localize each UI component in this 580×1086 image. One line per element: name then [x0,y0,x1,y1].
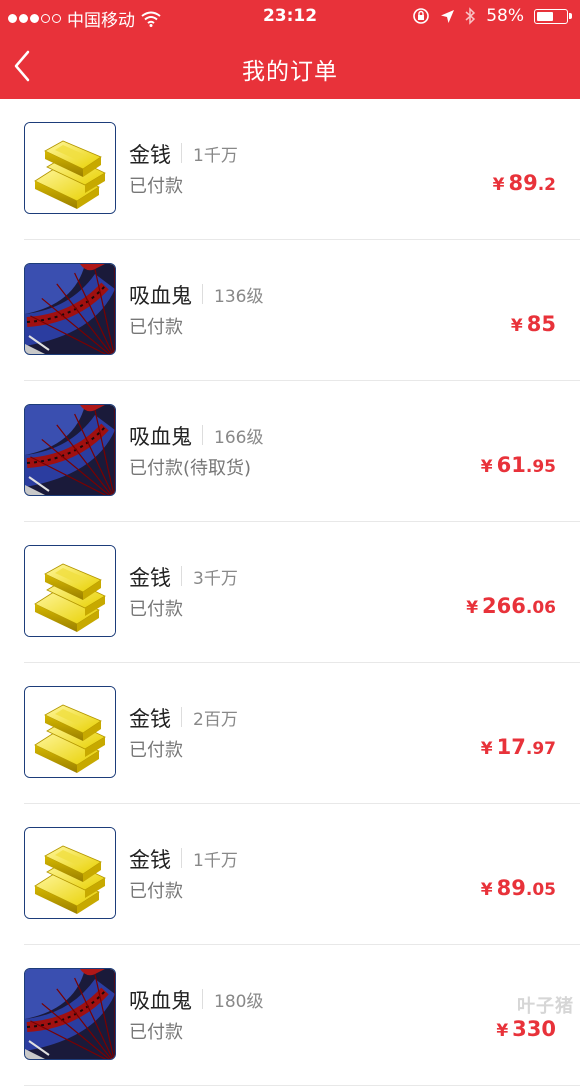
order-name: 吸血鬼 [129,989,192,1013]
price-integer: 266 [482,594,526,618]
order-price: ¥61.95 [481,453,556,477]
price-integer: 85 [526,312,556,336]
currency-symbol: ¥ [496,1021,509,1041]
price-decimal: .95 [525,457,556,477]
order-item[interactable]: 金钱 1千万 已付款 ¥89.2 [24,99,580,240]
divider [181,707,182,727]
currency-symbol: ¥ [466,598,479,618]
status-right: 58% [412,6,572,26]
order-item[interactable]: 吸血鬼 180级已付款 ¥330 [24,945,580,1086]
order-item[interactable]: 金钱 2百万 已付款 ¥17.97 [24,663,580,804]
price-integer: 17 [496,735,526,759]
order-name: 金钱 [129,707,171,731]
divider [181,566,182,586]
order-status: 已付款 [129,881,183,902]
price-decimal: .06 [525,598,556,618]
location-arrow-icon [441,9,455,23]
gold-bars-icon [24,545,116,637]
price-integer: 61 [496,453,526,477]
vampire-avatar-icon [24,968,116,1060]
price-integer: 89 [508,171,538,195]
order-price: ¥89.05 [481,876,556,900]
price-decimal: .97 [525,739,556,759]
order-item[interactable]: 吸血鬼 166级已付款(待取货) ¥61.95 [24,381,580,522]
order-detail: 1千万 [193,146,238,166]
order-detail: 3千万 [193,569,238,589]
order-name: 金钱 [129,848,171,872]
gold-bars-icon [24,827,116,919]
order-price: ¥266.06 [466,594,556,618]
currency-symbol: ¥ [480,739,493,759]
vampire-avatar-icon [24,404,116,496]
divider [202,989,203,1009]
order-status: 已付款 [129,317,183,338]
currency-symbol: ¥ [510,316,523,336]
order-list: 金钱 1千万 已付款 ¥89.2 吸血鬼 136级 已付款 ¥85 吸血鬼 166级 已付款(待取货… [0,99,580,1086]
price-decimal: .05 [525,880,556,900]
gold-bars-icon [24,686,116,778]
divider [181,143,182,163]
divider [202,284,203,304]
order-detail: 136级 [214,287,264,307]
currency-symbol: ¥ [480,457,493,477]
order-price: ¥85 [511,312,556,336]
order-item[interactable]: 吸血鬼 136级已付款 ¥85 [24,240,580,381]
order-detail: 180级 [214,992,264,1012]
order-name: 金钱 [129,566,171,590]
price-integer: 89 [496,876,526,900]
battery-percent: 58% [486,6,524,26]
title-bar: 我的订单 [0,38,580,96]
order-detail: 166级 [214,428,264,448]
rotation-lock-icon [413,8,430,24]
order-item[interactable]: 金钱 3千万 已付款 ¥266.06 [24,522,580,663]
order-price: ¥17.97 [481,735,556,759]
order-status: 已付款 [129,599,183,620]
status-bar: 中国移动 23:12 58% [0,0,580,34]
vampire-avatar-icon [24,263,116,355]
order-name: 金钱 [129,143,171,167]
order-name: 吸血鬼 [129,284,192,308]
order-price: ¥89.2 [493,171,556,195]
currency-symbol: ¥ [492,175,505,195]
watermark: 叶子猪 [517,996,574,1017]
gold-bars-icon [24,122,116,214]
order-status: 已付款 [129,1022,183,1043]
divider [181,848,182,868]
header: 中国移动 23:12 58% 我的订单 [0,0,580,99]
order-status: 已付款 [129,740,183,761]
order-price: ¥330 [496,1017,556,1041]
price-decimal: .2 [537,175,556,195]
bluetooth-icon [465,7,476,25]
page-title: 我的订单 [242,59,338,85]
order-item[interactable]: 金钱 1千万 已付款 ¥89.05 [24,804,580,945]
order-detail: 1千万 [193,851,238,871]
currency-symbol: ¥ [480,880,493,900]
battery-icon [534,8,572,24]
order-status: 已付款 [129,176,183,197]
order-status: 已付款(待取货) [129,458,252,479]
price-integer: 330 [512,1017,556,1041]
order-name: 吸血鬼 [129,425,192,449]
order-detail: 2百万 [193,710,238,730]
divider [202,425,203,445]
